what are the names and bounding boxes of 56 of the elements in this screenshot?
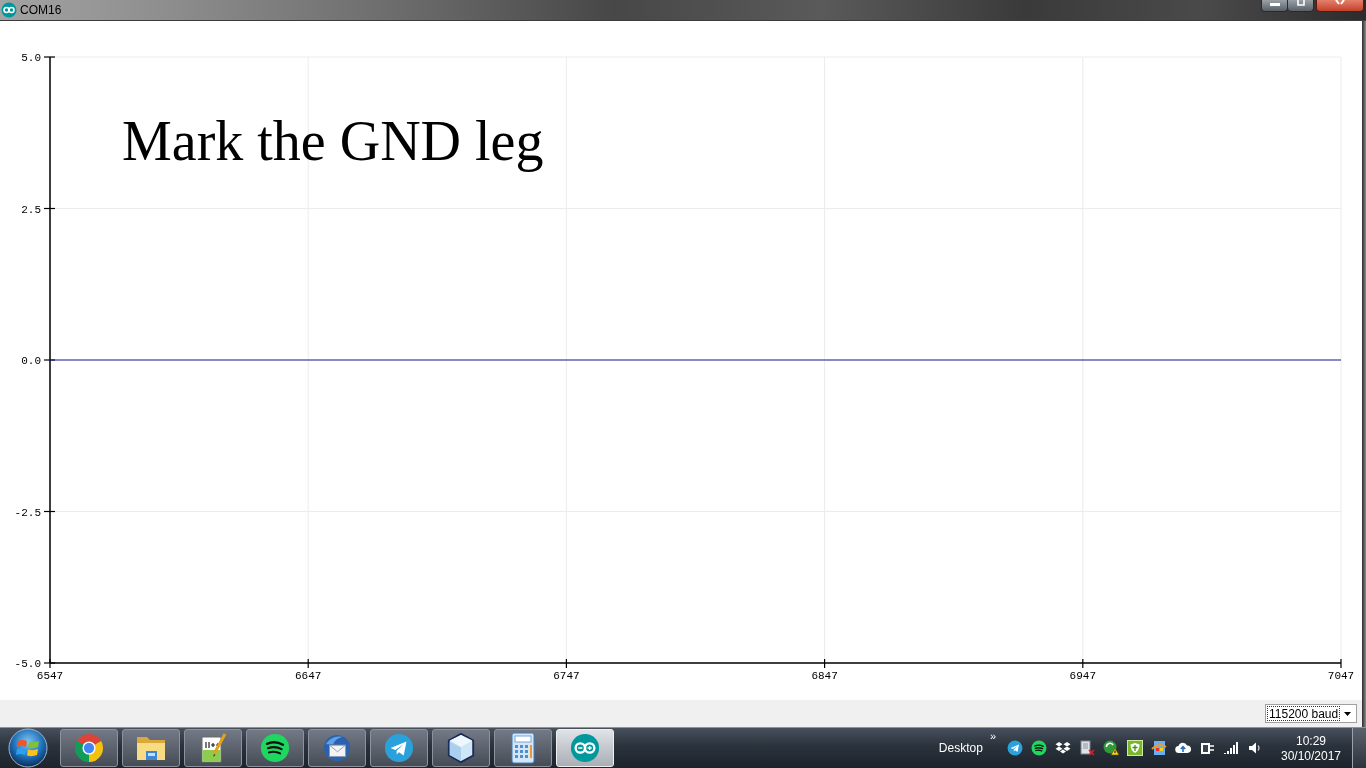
taskbar-button[interactable] xyxy=(60,729,118,767)
axis-tick-label: 0.0 xyxy=(21,355,41,367)
window-title: COM16 xyxy=(20,4,62,16)
cube-icon xyxy=(446,732,476,764)
folder-icon xyxy=(135,734,167,762)
toolbar-overflow-button[interactable]: » xyxy=(988,731,997,742)
paper-plane-icon[interactable] xyxy=(1007,740,1023,756)
infinity-logo-icon xyxy=(570,733,600,763)
diamonds-icon[interactable] xyxy=(1055,741,1071,755)
taskbar-button[interactable] xyxy=(494,729,552,767)
shield-icon[interactable] xyxy=(1127,740,1143,756)
sound-waves-circle-icon[interactable] xyxy=(1031,740,1047,756)
axis-tick-label: -2.5 xyxy=(14,506,41,519)
flag-orb-icon xyxy=(8,728,48,768)
show-desktop-button[interactable] xyxy=(1352,728,1366,768)
axis-tick-label: 7047 xyxy=(1327,670,1355,682)
power-plug-icon[interactable] xyxy=(1199,740,1215,756)
sound-waves-circle-icon xyxy=(260,733,290,763)
speaker-icon[interactable] xyxy=(1247,741,1263,755)
taskbar-button[interactable] xyxy=(122,729,180,767)
maximize-button[interactable] xyxy=(1288,0,1314,12)
taskbar-button[interactable] xyxy=(246,729,304,767)
clock-date[interactable]: 30/10/2017 xyxy=(1280,749,1342,762)
caret-icon xyxy=(1344,711,1352,716)
baud-rate-dropdown[interactable]: 115200 baud xyxy=(1265,704,1357,723)
minimize-icon xyxy=(1269,3,1280,6)
axis-tick-label: -5.0 xyxy=(14,658,41,670)
maximize-icon xyxy=(1296,0,1305,6)
minimize-button[interactable] xyxy=(1261,0,1288,12)
taskbar-button[interactable] xyxy=(370,729,428,767)
close-button[interactable] xyxy=(1316,0,1364,12)
paper-plane-icon xyxy=(384,733,414,763)
taskbar-button[interactable] xyxy=(308,729,366,767)
calculator-icon xyxy=(510,732,536,764)
close-icon xyxy=(1335,0,1345,5)
clock-time[interactable]: 10:29 xyxy=(1296,734,1326,747)
infinity-logo-icon xyxy=(1,2,17,18)
tricolor-circle-logo-icon xyxy=(74,733,104,763)
document-error-icon[interactable] xyxy=(1079,740,1095,756)
axis-tick-label: 5.0 xyxy=(21,52,41,64)
taskbar-button[interactable] xyxy=(184,729,242,767)
axis-tick-label: 6647 xyxy=(295,670,322,682)
axis-tick-label: 6847 xyxy=(811,670,838,682)
sync-warning-icon[interactable] xyxy=(1103,740,1119,756)
toolbar-label: Desktop xyxy=(938,742,983,754)
cloud-upload-icon[interactable] xyxy=(1175,741,1191,755)
taskbar-button[interactable] xyxy=(432,729,490,767)
axis-tick-label: 2.5 xyxy=(21,203,41,216)
signal-bars-icon[interactable] xyxy=(1223,741,1239,755)
axis-tick-label: 6547 xyxy=(36,670,64,682)
axis-tick-label: 6747 xyxy=(553,670,580,682)
notepad-pencil-icon xyxy=(199,732,227,764)
app-tile-icon[interactable] xyxy=(1151,740,1167,756)
mail-bird-icon xyxy=(322,733,352,763)
annotation-text: Mark the GND leg xyxy=(122,110,544,172)
axis-tick-label: 6947 xyxy=(1069,670,1096,682)
